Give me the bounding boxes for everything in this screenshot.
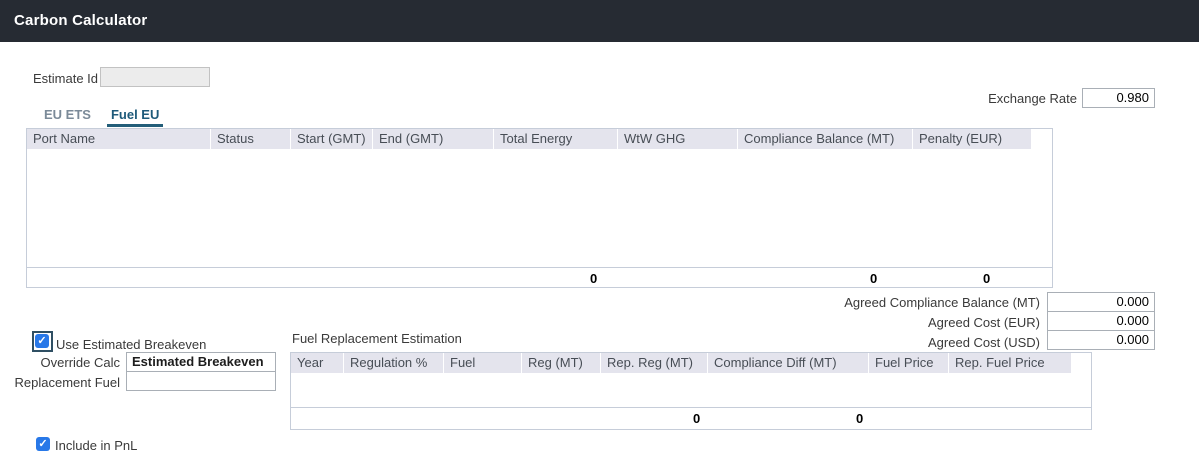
agreed-compliance-balance-input[interactable]: 0.000 bbox=[1047, 292, 1155, 312]
col-reg-mt[interactable]: Reg (MT) bbox=[522, 353, 601, 373]
col-rep-reg-mt[interactable]: Rep. Reg (MT) bbox=[601, 353, 708, 373]
exchange-rate-label: Exchange Rate bbox=[988, 91, 1077, 106]
fuel-replacement-totals-row: 0 0 bbox=[291, 407, 1091, 429]
col-status[interactable]: Status bbox=[211, 129, 291, 149]
agreed-cost-usd-label: Agreed Cost (USD) bbox=[928, 335, 1040, 350]
col-compliance-diff-mt[interactable]: Compliance Diff (MT) bbox=[708, 353, 869, 373]
col-wtw-ghg[interactable]: WtW GHG bbox=[618, 129, 738, 149]
estimate-id-input[interactable] bbox=[100, 67, 210, 87]
fuel-replacement-estimation-title: Fuel Replacement Estimation bbox=[292, 331, 462, 346]
tab-eu-ets[interactable]: EU ETS bbox=[40, 104, 95, 127]
col-end-gmt[interactable]: End (GMT) bbox=[373, 129, 494, 149]
col-port-name[interactable]: Port Name bbox=[27, 129, 211, 149]
checkmark-icon: ✓ bbox=[35, 334, 49, 348]
voyage-grid-totals-row: 0 0 0 bbox=[27, 267, 1052, 287]
agreed-compliance-balance-label: Agreed Compliance Balance (MT) bbox=[844, 295, 1040, 310]
voyage-grid-header: Port Name Status Start (GMT) End (GMT) T… bbox=[27, 129, 1031, 149]
compliance-balance-sum: 0 bbox=[870, 271, 878, 286]
col-year[interactable]: Year bbox=[291, 353, 344, 373]
override-calc-input[interactable]: Estimated Breakeven bbox=[126, 352, 276, 372]
col-start-gmt[interactable]: Start (GMT) bbox=[291, 129, 373, 149]
checkmark-icon: ✓ bbox=[38, 438, 48, 450]
page-title: Carbon Calculator bbox=[14, 12, 148, 29]
col-rep-fuel-price[interactable]: Rep. Fuel Price bbox=[949, 353, 1071, 373]
override-calc-label: Override Calc bbox=[40, 355, 120, 370]
col-total-energy[interactable]: Total Energy bbox=[494, 129, 618, 149]
col-compliance-balance[interactable]: Compliance Balance (MT) bbox=[738, 129, 913, 149]
include-in-pnl-label: Include in PnL bbox=[55, 438, 138, 453]
replacement-fuel-input[interactable] bbox=[126, 371, 276, 391]
fuel-replacement-grid-header: Year Regulation % Fuel Reg (MT) Rep. Reg… bbox=[291, 353, 1071, 373]
include-in-pnl-checkbox[interactable]: ✓ bbox=[36, 437, 50, 451]
fuel-replacement-grid: Year Regulation % Fuel Reg (MT) Rep. Reg… bbox=[290, 352, 1092, 430]
agreed-cost-eur-label: Agreed Cost (EUR) bbox=[928, 315, 1040, 330]
exchange-rate-input[interactable]: 0.980 bbox=[1082, 88, 1155, 108]
fuel-replacement-grid-body[interactable] bbox=[291, 373, 1091, 407]
penalty-sum: 0 bbox=[983, 271, 991, 286]
carbon-calculator-window: Carbon Calculator Estimate Id Exchange R… bbox=[0, 0, 1199, 460]
col-fuel-price[interactable]: Fuel Price bbox=[869, 353, 949, 373]
voyage-grid-body[interactable] bbox=[27, 149, 1052, 267]
tab-strip: EU ETS Fuel EU bbox=[40, 104, 175, 127]
total-energy-sum: 0 bbox=[590, 271, 598, 286]
col-regulation-pct[interactable]: Regulation % bbox=[344, 353, 444, 373]
replacement-fuel-label: Replacement Fuel bbox=[14, 375, 121, 390]
col-fuel[interactable]: Fuel bbox=[444, 353, 522, 373]
title-bar: Carbon Calculator bbox=[0, 0, 1199, 42]
rep-reg-sum: 0 bbox=[693, 411, 701, 426]
agreed-cost-eur-input[interactable]: 0.000 bbox=[1047, 311, 1155, 331]
agreed-cost-usd-input[interactable]: 0.000 bbox=[1047, 330, 1155, 350]
voyage-grid: Port Name Status Start (GMT) End (GMT) T… bbox=[26, 128, 1053, 288]
col-penalty[interactable]: Penalty (EUR) bbox=[913, 129, 1031, 149]
compliance-diff-sum: 0 bbox=[856, 411, 864, 426]
use-estimated-breakeven-checkbox[interactable]: ✓ bbox=[32, 331, 53, 352]
tab-fuel-eu[interactable]: Fuel EU bbox=[106, 104, 164, 127]
use-estimated-breakeven-label: Use Estimated Breakeven bbox=[56, 337, 207, 352]
estimate-id-label: Estimate Id bbox=[33, 71, 99, 86]
